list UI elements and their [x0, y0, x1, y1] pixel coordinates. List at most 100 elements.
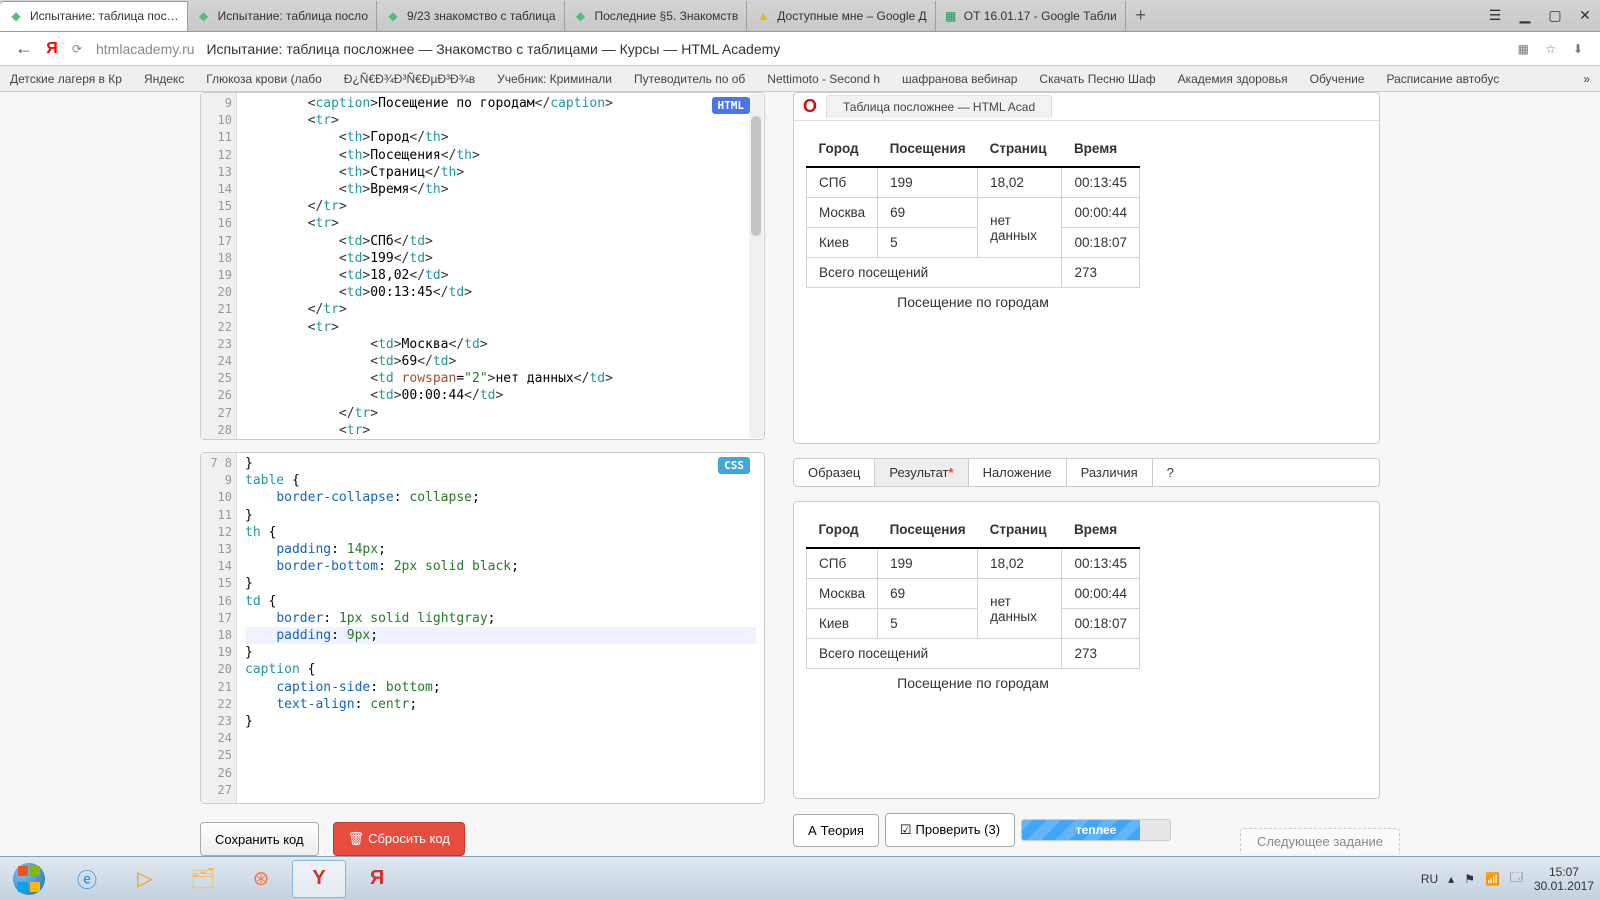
compare-tabs: ОбразецРезультат*НаложениеРазличия?: [793, 458, 1380, 487]
favicon-icon: ◆: [573, 8, 589, 24]
browser-tab[interactable]: ▲Доступные мне – Google Д: [747, 1, 935, 31]
start-button[interactable]: [2, 860, 56, 898]
browser-tab[interactable]: ◆ Последние §5. Знакомств: [565, 1, 748, 31]
theory-button[interactable]: AТеория: [793, 814, 879, 847]
table-header: Время: [1062, 512, 1140, 548]
minimize-icon[interactable]: ▁: [1510, 7, 1540, 24]
bookmark-item[interactable]: Ð¿Ñ€Ð¾Ð³Ñ€ÐµÐ³Ð¾в: [344, 72, 475, 86]
taskbar-yandex-browser[interactable]: Y: [292, 860, 346, 898]
bookmark-item[interactable]: Яндекс: [144, 72, 184, 86]
table-cell: 273: [1062, 639, 1140, 669]
url-domain: htmlacademy.ru: [96, 41, 195, 57]
bookmark-item[interactable]: Nettimoto - Second h: [767, 72, 880, 86]
bookmark-item[interactable]: Расписание автобус: [1386, 72, 1499, 86]
bookmark-item[interactable]: Учебник: Криминали: [497, 72, 612, 86]
yandex-logo-icon[interactable]: Я: [38, 40, 66, 58]
taskbar-yandex[interactable]: Я: [350, 860, 404, 898]
table-cell: 199: [878, 548, 978, 579]
bookmark-item[interactable]: Детские лагеря в Кр: [10, 72, 122, 86]
system-tray: RU ▴ ⚑ 📶 🗔 15:07 30.01.2017: [1410, 865, 1600, 893]
bookmark-item[interactable]: Путеводитель по об: [634, 72, 745, 86]
browser-tab[interactable]: ◆ Испытание: таблица посло: [188, 1, 377, 31]
table-cell: 00:00:44: [1062, 579, 1140, 609]
taskbar-media[interactable]: ▷: [118, 860, 172, 898]
download-icon[interactable]: ⬇: [1566, 42, 1590, 56]
opera-icon: O: [794, 96, 826, 117]
close-icon[interactable]: ✕: [1570, 7, 1600, 24]
table-row: Москва69нет данных00:00:44: [807, 579, 1140, 609]
html-editor[interactable]: HTML 9 10 11 12 13 14 15 16 17 18 19 20 …: [200, 92, 765, 440]
preview-tab-strip: O Таблица посложнее — HTML Acad: [794, 93, 1379, 121]
bookmark-item[interactable]: Глюкоза крови (лабо: [206, 72, 322, 86]
compare-tab[interactable]: Наложение: [969, 459, 1067, 486]
bookmark-item[interactable]: шафранова вебинар: [902, 72, 1017, 86]
favicon-icon: ◆: [196, 8, 212, 24]
favicon-icon: ◆: [8, 8, 24, 24]
favicon-icon: ◆: [385, 8, 401, 24]
reset-label: Сбросить код: [368, 831, 450, 846]
browser-tab[interactable]: ◆Испытание: таблица пос…: [0, 1, 188, 31]
taskbar-explorer[interactable]: 🗂: [176, 860, 230, 898]
tray-chevron-icon[interactable]: ▴: [1448, 872, 1454, 886]
table-row: Всего посещений273: [807, 639, 1140, 669]
css-gutter: 7 8 9 10 11 12 13 14 15 16 17 18 19 20 2…: [201, 453, 237, 803]
table-cell: нет данных: [978, 579, 1062, 639]
save-code-button[interactable]: Сохранить код: [200, 822, 319, 856]
reload-button[interactable]: ⟳: [66, 42, 88, 56]
compare-tab[interactable]: ?: [1153, 459, 1188, 486]
css-badge: CSS: [718, 457, 750, 474]
css-editor[interactable]: CSS 7 8 9 10 11 12 13 14 15 16 17 18 19 …: [200, 452, 765, 804]
menu-icon[interactable]: ☰: [1480, 7, 1510, 24]
tab-label: 9/23 знакомство с таблица: [407, 9, 556, 23]
scrollbar[interactable]: [749, 94, 763, 438]
new-tab-button[interactable]: +: [1126, 1, 1156, 31]
taskbar-app[interactable]: ⊛: [234, 860, 288, 898]
maximize-icon[interactable]: ▢: [1540, 7, 1570, 24]
table-cell: 00:13:45: [1062, 167, 1140, 198]
font-icon: A: [808, 823, 817, 838]
html-gutter: 9 10 11 12 13 14 15 16 17 18 19 20 21 22…: [201, 93, 237, 439]
tray-flag-icon[interactable]: ⚑: [1464, 872, 1475, 886]
tab-label: Последние §5. Знакомств: [595, 9, 739, 23]
scroll-thumb[interactable]: [751, 116, 761, 236]
url-field[interactable]: htmlacademy.ru Испытание: таблица послож…: [88, 37, 1511, 61]
preview-tab[interactable]: Таблица посложнее — HTML Acad: [826, 95, 1052, 118]
browser-tab[interactable]: ◆ 9/23 знакомство с таблица: [377, 1, 565, 31]
bookmarks-overflow[interactable]: »: [1583, 72, 1590, 86]
tab-label: Испытание: таблица посло: [218, 9, 368, 23]
html-code[interactable]: <caption>Посещение по городам</caption> …: [237, 93, 764, 439]
compare-tab[interactable]: Результат*: [875, 459, 968, 486]
progress-bar: теплее: [1021, 819, 1171, 841]
back-button[interactable]: ←: [10, 38, 38, 59]
table-cell: 18,02: [978, 548, 1062, 579]
table-caption: Посещение по городам: [806, 288, 1140, 310]
tray-lang[interactable]: RU: [1421, 872, 1438, 886]
compare-tab[interactable]: Образец: [794, 459, 875, 486]
bookmark-item[interactable]: Скачать Песню Шаф: [1039, 72, 1155, 86]
table-header: Страниц: [978, 512, 1062, 548]
table-header: Город: [807, 512, 878, 548]
css-code[interactable]: }table { border-collapse: collapse;}th {…: [237, 453, 764, 803]
browser-tab[interactable]: ▦ОТ 16.01.17 - Google Табли: [936, 1, 1126, 31]
star-icon[interactable]: ☆: [1539, 42, 1563, 56]
taskbar-ie[interactable]: ⓔ: [60, 860, 114, 898]
check-icon: ☑: [900, 822, 912, 837]
next-task-button[interactable]: Следующее задание: [1240, 828, 1400, 854]
bookmark-item[interactable]: Обучение: [1310, 72, 1365, 86]
reset-code-button[interactable]: 🗑Сбросить код: [333, 822, 465, 856]
compare-tab[interactable]: Различия: [1067, 459, 1153, 486]
favicon-icon: ▦: [944, 8, 958, 24]
table-cell: 00:13:45: [1062, 548, 1140, 579]
tray-battery-icon[interactable]: 🗔: [1510, 868, 1523, 889]
bookmark-item[interactable]: Академия здоровья: [1178, 72, 1288, 86]
address-bar: ← Я ⟳ htmlacademy.ru Испытание: таблица …: [0, 32, 1600, 66]
bookmarks-bar: Детские лагеря в Кр Яндекс Глюкоза крови (…: [0, 66, 1600, 92]
table-cell: 69: [878, 198, 978, 228]
window-controls: ☰ ▁ ▢ ✕: [1480, 1, 1600, 31]
tray-clock[interactable]: 15:07 30.01.2017: [1534, 865, 1594, 893]
tray-network-icon[interactable]: 📶: [1485, 872, 1500, 886]
check-button[interactable]: ☑Проверить (3): [885, 813, 1015, 847]
tray-time: 15:07: [1534, 865, 1594, 879]
table-cell: Москва: [807, 579, 878, 609]
extension-icon[interactable]: ▦: [1511, 42, 1535, 56]
